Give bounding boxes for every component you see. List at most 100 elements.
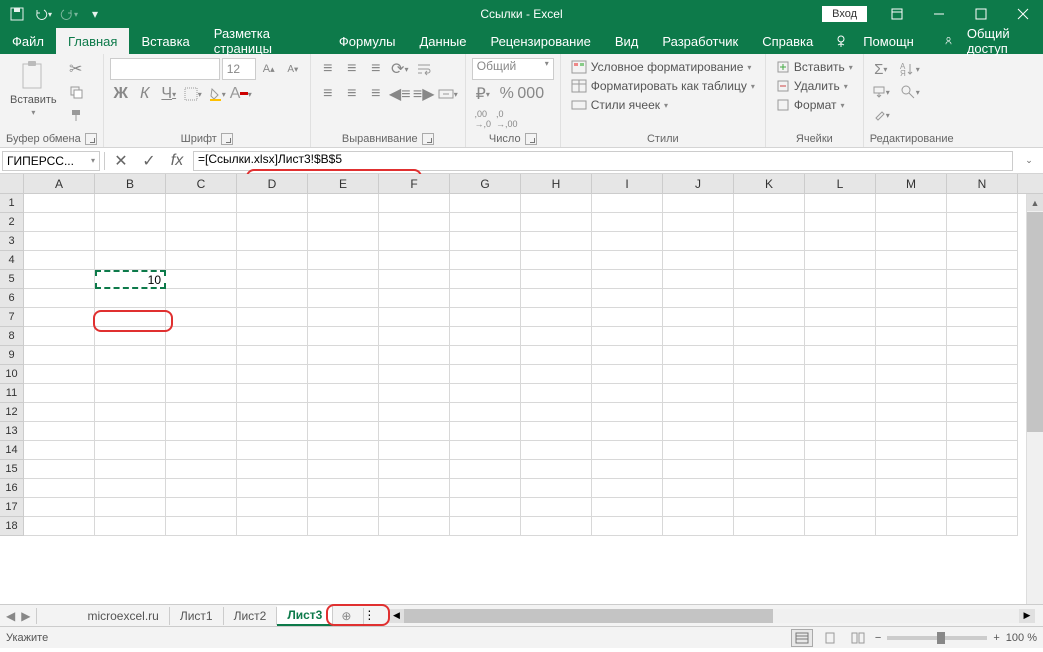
cell[interactable]: [95, 365, 166, 384]
column-header[interactable]: L: [805, 174, 876, 193]
cell[interactable]: [95, 460, 166, 479]
page-layout-view-icon[interactable]: [819, 629, 841, 647]
cell[interactable]: [24, 346, 95, 365]
column-header[interactable]: G: [450, 174, 521, 193]
cell[interactable]: [663, 194, 734, 213]
column-header[interactable]: K: [734, 174, 805, 193]
sort-filter-icon[interactable]: AЯ▾: [896, 58, 924, 80]
cell[interactable]: [166, 270, 237, 289]
cell[interactable]: [805, 308, 876, 327]
qat-customize-icon[interactable]: ▾: [84, 3, 106, 25]
name-box[interactable]: ГИПЕРСС...▾: [2, 151, 100, 171]
cell[interactable]: [24, 289, 95, 308]
row-header[interactable]: 16: [0, 479, 24, 498]
cell[interactable]: [450, 365, 521, 384]
cell[interactable]: [237, 441, 308, 460]
cell[interactable]: [308, 327, 379, 346]
format-painter-icon[interactable]: [65, 104, 87, 126]
cell[interactable]: [308, 213, 379, 232]
format-as-table[interactable]: Форматировать как таблицу▾: [567, 77, 759, 95]
cell[interactable]: [805, 479, 876, 498]
delete-cells[interactable]: Удалить▾: [772, 77, 857, 95]
cell[interactable]: [805, 251, 876, 270]
cell[interactable]: [521, 270, 592, 289]
cell[interactable]: [308, 308, 379, 327]
cell[interactable]: [308, 289, 379, 308]
column-header[interactable]: H: [521, 174, 592, 193]
tab-help[interactable]: Справка: [750, 28, 825, 54]
cell[interactable]: [24, 498, 95, 517]
cell[interactable]: [592, 270, 663, 289]
cell[interactable]: [24, 327, 95, 346]
cell[interactable]: [592, 232, 663, 251]
cell[interactable]: [237, 232, 308, 251]
cell[interactable]: [166, 498, 237, 517]
align-left-icon[interactable]: ≡: [317, 83, 339, 105]
increase-indent-icon[interactable]: ≡▶: [413, 83, 435, 105]
tab-insert[interactable]: Вставка: [129, 28, 201, 54]
tab-view[interactable]: Вид: [603, 28, 651, 54]
cell[interactable]: [805, 270, 876, 289]
cell[interactable]: [876, 346, 947, 365]
cell[interactable]: [450, 517, 521, 536]
paste-button[interactable]: Вставить ▾: [6, 58, 61, 131]
cell[interactable]: [592, 194, 663, 213]
cell[interactable]: [592, 422, 663, 441]
cell[interactable]: [24, 441, 95, 460]
cell[interactable]: [805, 460, 876, 479]
cell[interactable]: [663, 403, 734, 422]
cell[interactable]: [521, 441, 592, 460]
cell[interactable]: [379, 251, 450, 270]
cell[interactable]: [876, 479, 947, 498]
cell[interactable]: [24, 251, 95, 270]
zoom-out-icon[interactable]: −: [875, 632, 881, 644]
cell[interactable]: [95, 289, 166, 308]
sheet-nav-prev-icon[interactable]: ◀: [6, 609, 15, 623]
cell[interactable]: [166, 365, 237, 384]
cell[interactable]: [947, 194, 1018, 213]
row-header[interactable]: 7: [0, 308, 24, 327]
tab-pagelayout[interactable]: Разметка страницы: [202, 28, 327, 54]
tab-file[interactable]: Файл: [0, 28, 56, 54]
cell[interactable]: [947, 479, 1018, 498]
cell[interactable]: [237, 460, 308, 479]
cell[interactable]: [592, 289, 663, 308]
alignment-launcher[interactable]: [422, 133, 434, 145]
cell[interactable]: [450, 289, 521, 308]
cell[interactable]: [237, 403, 308, 422]
cell[interactable]: [24, 517, 95, 536]
increase-font-icon[interactable]: A▴: [258, 58, 280, 80]
login-button[interactable]: Вход: [822, 6, 867, 22]
scroll-thumb[interactable]: [1027, 212, 1043, 432]
row-header[interactable]: 6: [0, 289, 24, 308]
cell[interactable]: [24, 308, 95, 327]
page-break-view-icon[interactable]: [847, 629, 869, 647]
cell[interactable]: [24, 270, 95, 289]
cell[interactable]: [379, 441, 450, 460]
cell[interactable]: [592, 460, 663, 479]
cell[interactable]: [734, 403, 805, 422]
cell[interactable]: [521, 346, 592, 365]
merge-icon[interactable]: ▾: [437, 83, 459, 105]
cell[interactable]: [592, 365, 663, 384]
cell[interactable]: [308, 384, 379, 403]
cell[interactable]: [734, 498, 805, 517]
cell[interactable]: [663, 213, 734, 232]
cell[interactable]: [308, 270, 379, 289]
cell[interactable]: [947, 270, 1018, 289]
cell[interactable]: [450, 270, 521, 289]
decrease-decimal-icon[interactable]: ,0→,00: [496, 108, 518, 130]
cell[interactable]: [521, 498, 592, 517]
row-header[interactable]: 1: [0, 194, 24, 213]
cell[interactable]: [521, 251, 592, 270]
cell[interactable]: [379, 460, 450, 479]
cell[interactable]: [592, 479, 663, 498]
row-header[interactable]: 9: [0, 346, 24, 365]
cell[interactable]: [592, 403, 663, 422]
cell[interactable]: [947, 498, 1018, 517]
cell[interactable]: [734, 251, 805, 270]
column-header[interactable]: J: [663, 174, 734, 193]
cell[interactable]: [521, 308, 592, 327]
cell[interactable]: [947, 384, 1018, 403]
sheet-tab-2[interactable]: Лист2: [224, 607, 278, 625]
